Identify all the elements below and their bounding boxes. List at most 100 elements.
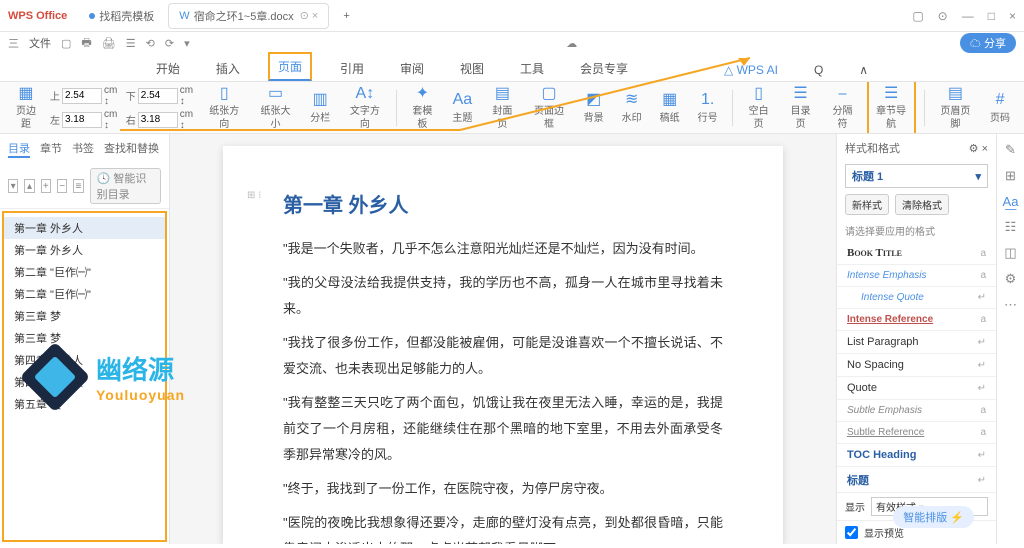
tab-add[interactable]: + [333,6,359,26]
nav-up-icon[interactable]: ▴ [24,179,34,193]
outline-item[interactable]: 第二章 "巨作㈠" [4,261,165,283]
tab-template[interactable]: 找稻壳模板 [79,4,164,28]
file-menu[interactable]: 文件 [29,35,51,51]
ribbon-template[interactable]: ✦套模板 [404,82,440,133]
style-header: 样式和格式 ⚙ × [837,134,996,162]
nav-tab-bookmark[interactable]: 书签 [72,140,94,158]
title-bar: WPS Office 找稻壳模板 W宿命之环1~5章.docx⊙ × + ▢ ⊙… [0,0,1024,32]
ribbon-size[interactable]: ▭纸张大小 [253,82,298,133]
side-more-icon[interactable]: ⋯ [1004,297,1017,313]
ribbon-background[interactable]: ◩背景 [578,88,610,127]
search-icon[interactable]: Q [806,59,831,81]
style-hint: 请选择要应用的格式 [837,219,996,242]
ribbon-headerfooter[interactable]: ▤页眉页脚 [933,82,978,133]
ribbon-margins[interactable]: ▦页边距 [8,82,44,133]
document-area[interactable]: ⊞ ⁝ 第一章 外乡人 "我是一个失败者，几乎不怎么注意阳光灿烂还是不灿烂，因为… [170,134,836,544]
side-layout-icon[interactable]: ☷ [1005,219,1017,235]
ribbon-paper[interactable]: ▦稿纸 [654,88,686,127]
tab-start[interactable]: 开始 [148,56,188,81]
tab-member[interactable]: 会员专享 [572,56,636,81]
ribbon-watermark[interactable]: ≋水印 [616,88,648,127]
collapse-icon[interactable]: ∧ [851,59,876,81]
menu-icon[interactable]: 三 [8,35,19,51]
nav-minus-icon[interactable]: − [57,179,67,193]
tab-reference[interactable]: 引用 [332,56,372,81]
ribbon-textdir[interactable]: A↕文字方向 [342,82,387,133]
nav-list-icon[interactable]: ≡ [73,179,83,193]
ribbon-orientation[interactable]: ▯纸张方向 [202,82,247,133]
ribbon-chapter-nav[interactable]: ☰章节导航 [867,82,916,134]
smart-toc-button[interactable]: 🕓 智能识别目录 [90,168,161,204]
tab-review[interactable]: 审阅 [392,56,432,81]
maximize-icon[interactable]: □ [988,9,995,23]
nav-tab-toc[interactable]: 目录 [8,140,30,158]
ribbon-label: 水印 [622,112,642,125]
nav-tab-find[interactable]: 查找和替换 [104,140,159,158]
tab-document[interactable]: W宿命之环1~5章.docx⊙ × [168,3,329,29]
margin-bottom-input[interactable] [138,88,178,104]
side-grid-icon[interactable]: ⊞ [1005,168,1016,184]
redo-icon[interactable]: ⟳ [165,37,174,50]
outline-item[interactable]: 第三章 梦 [4,305,165,327]
paragraph: "我有整整三天只吃了两个面包，饥饿让我在夜里无法入睡，幸运的是，我提前交了一个月… [283,390,723,468]
new-icon[interactable]: ▢ [61,37,71,50]
share-button[interactable]: ☁ 分享 [960,33,1016,53]
ribbon-border[interactable]: ▢页面边框 [526,82,571,133]
tab-wps-ai[interactable]: △ WPS AI [716,59,786,81]
show-preview-checkbox[interactable] [845,526,858,539]
style-item[interactable]: 标题↵ [837,467,996,492]
ribbon-pagenum[interactable]: #页码 [984,88,1016,127]
print-icon[interactable]: 🖨 [102,37,116,50]
nav-tab-chapter[interactable]: 章节 [40,140,62,158]
style-item[interactable]: Intense Emphasisa [837,265,996,287]
minimize-icon[interactable]: — [962,9,974,23]
new-style-button[interactable]: 新样式 [845,194,889,215]
tab-tools[interactable]: 工具 [512,56,552,81]
cloud-icon[interactable]: ☁ [566,37,577,50]
ribbon-theme[interactable]: Aa主题 [446,88,478,127]
style-item[interactable]: Book Titlea [837,242,996,265]
ribbon-break[interactable]: ⎯分隔符 [825,82,861,133]
style-item[interactable]: Quote↵ [837,377,996,400]
style-item[interactable]: TOC Heading↵ [837,444,996,467]
side-edit-icon[interactable]: ✎ [1005,142,1016,158]
style-item[interactable]: Subtle Referencea [837,422,996,444]
side-style-icon[interactable]: A͟a [1003,194,1019,209]
clear-format-button[interactable]: 清除格式 [895,194,949,215]
ribbon-cover[interactable]: ▤封面页 [484,82,520,133]
outline-item[interactable]: 第二章 "巨作㈠" [4,283,165,305]
style-settings-icon[interactable]: ⚙ × [969,142,988,155]
outline-item[interactable]: 第三章 梦 [4,327,165,349]
style-item[interactable]: List Paragraph↵ [837,331,996,354]
preview-icon[interactable]: ☰ [126,37,136,50]
style-item[interactable]: Intense Referencea [837,309,996,331]
side-panel-icon[interactable]: ◫ [1004,245,1016,261]
chapter-heading: 第一章 外乡人 [283,186,723,226]
style-item[interactable]: Intense Quote↵ [837,287,996,309]
nav-plus-icon[interactable]: + [41,179,51,193]
style-item[interactable]: Subtle Emphasisa [837,400,996,422]
ribbon-blankpage[interactable]: ▯空白页 [741,82,777,133]
close-icon[interactable]: × [1009,9,1016,23]
ribbon-columns[interactable]: ▥分栏 [304,88,336,127]
margin-left-input[interactable] [62,112,102,128]
win-btn-2[interactable]: ⊙ [938,9,948,23]
more-icon[interactable]: ▾ [184,37,190,50]
margin-right-input[interactable] [138,112,178,128]
tab-page[interactable]: 页面 [268,52,312,81]
outline-item[interactable]: 第一章 外乡人 [4,239,165,261]
tab-insert[interactable]: 插入 [208,56,248,81]
outline-item[interactable]: 第一章 外乡人 [4,217,165,239]
style-item[interactable]: No Spacing↵ [837,354,996,377]
current-style[interactable]: 标题 1▾ [845,164,988,188]
win-btn-1[interactable]: ▢ [912,9,923,23]
open-icon[interactable]: 🖶 [81,34,91,53]
ribbon-toc[interactable]: ☰目录页 [783,82,819,133]
ribbon-linenum[interactable]: 1.行号 [692,88,724,127]
tab-view[interactable]: 视图 [452,56,492,81]
smart-layout-button[interactable]: 智能排版 ⚡ [893,506,974,528]
side-gear-icon[interactable]: ⚙ [1005,271,1017,287]
nav-down-icon[interactable]: ▾ [8,179,18,193]
undo-icon[interactable]: ⟲ [146,37,155,50]
margin-top-input[interactable] [62,88,102,104]
